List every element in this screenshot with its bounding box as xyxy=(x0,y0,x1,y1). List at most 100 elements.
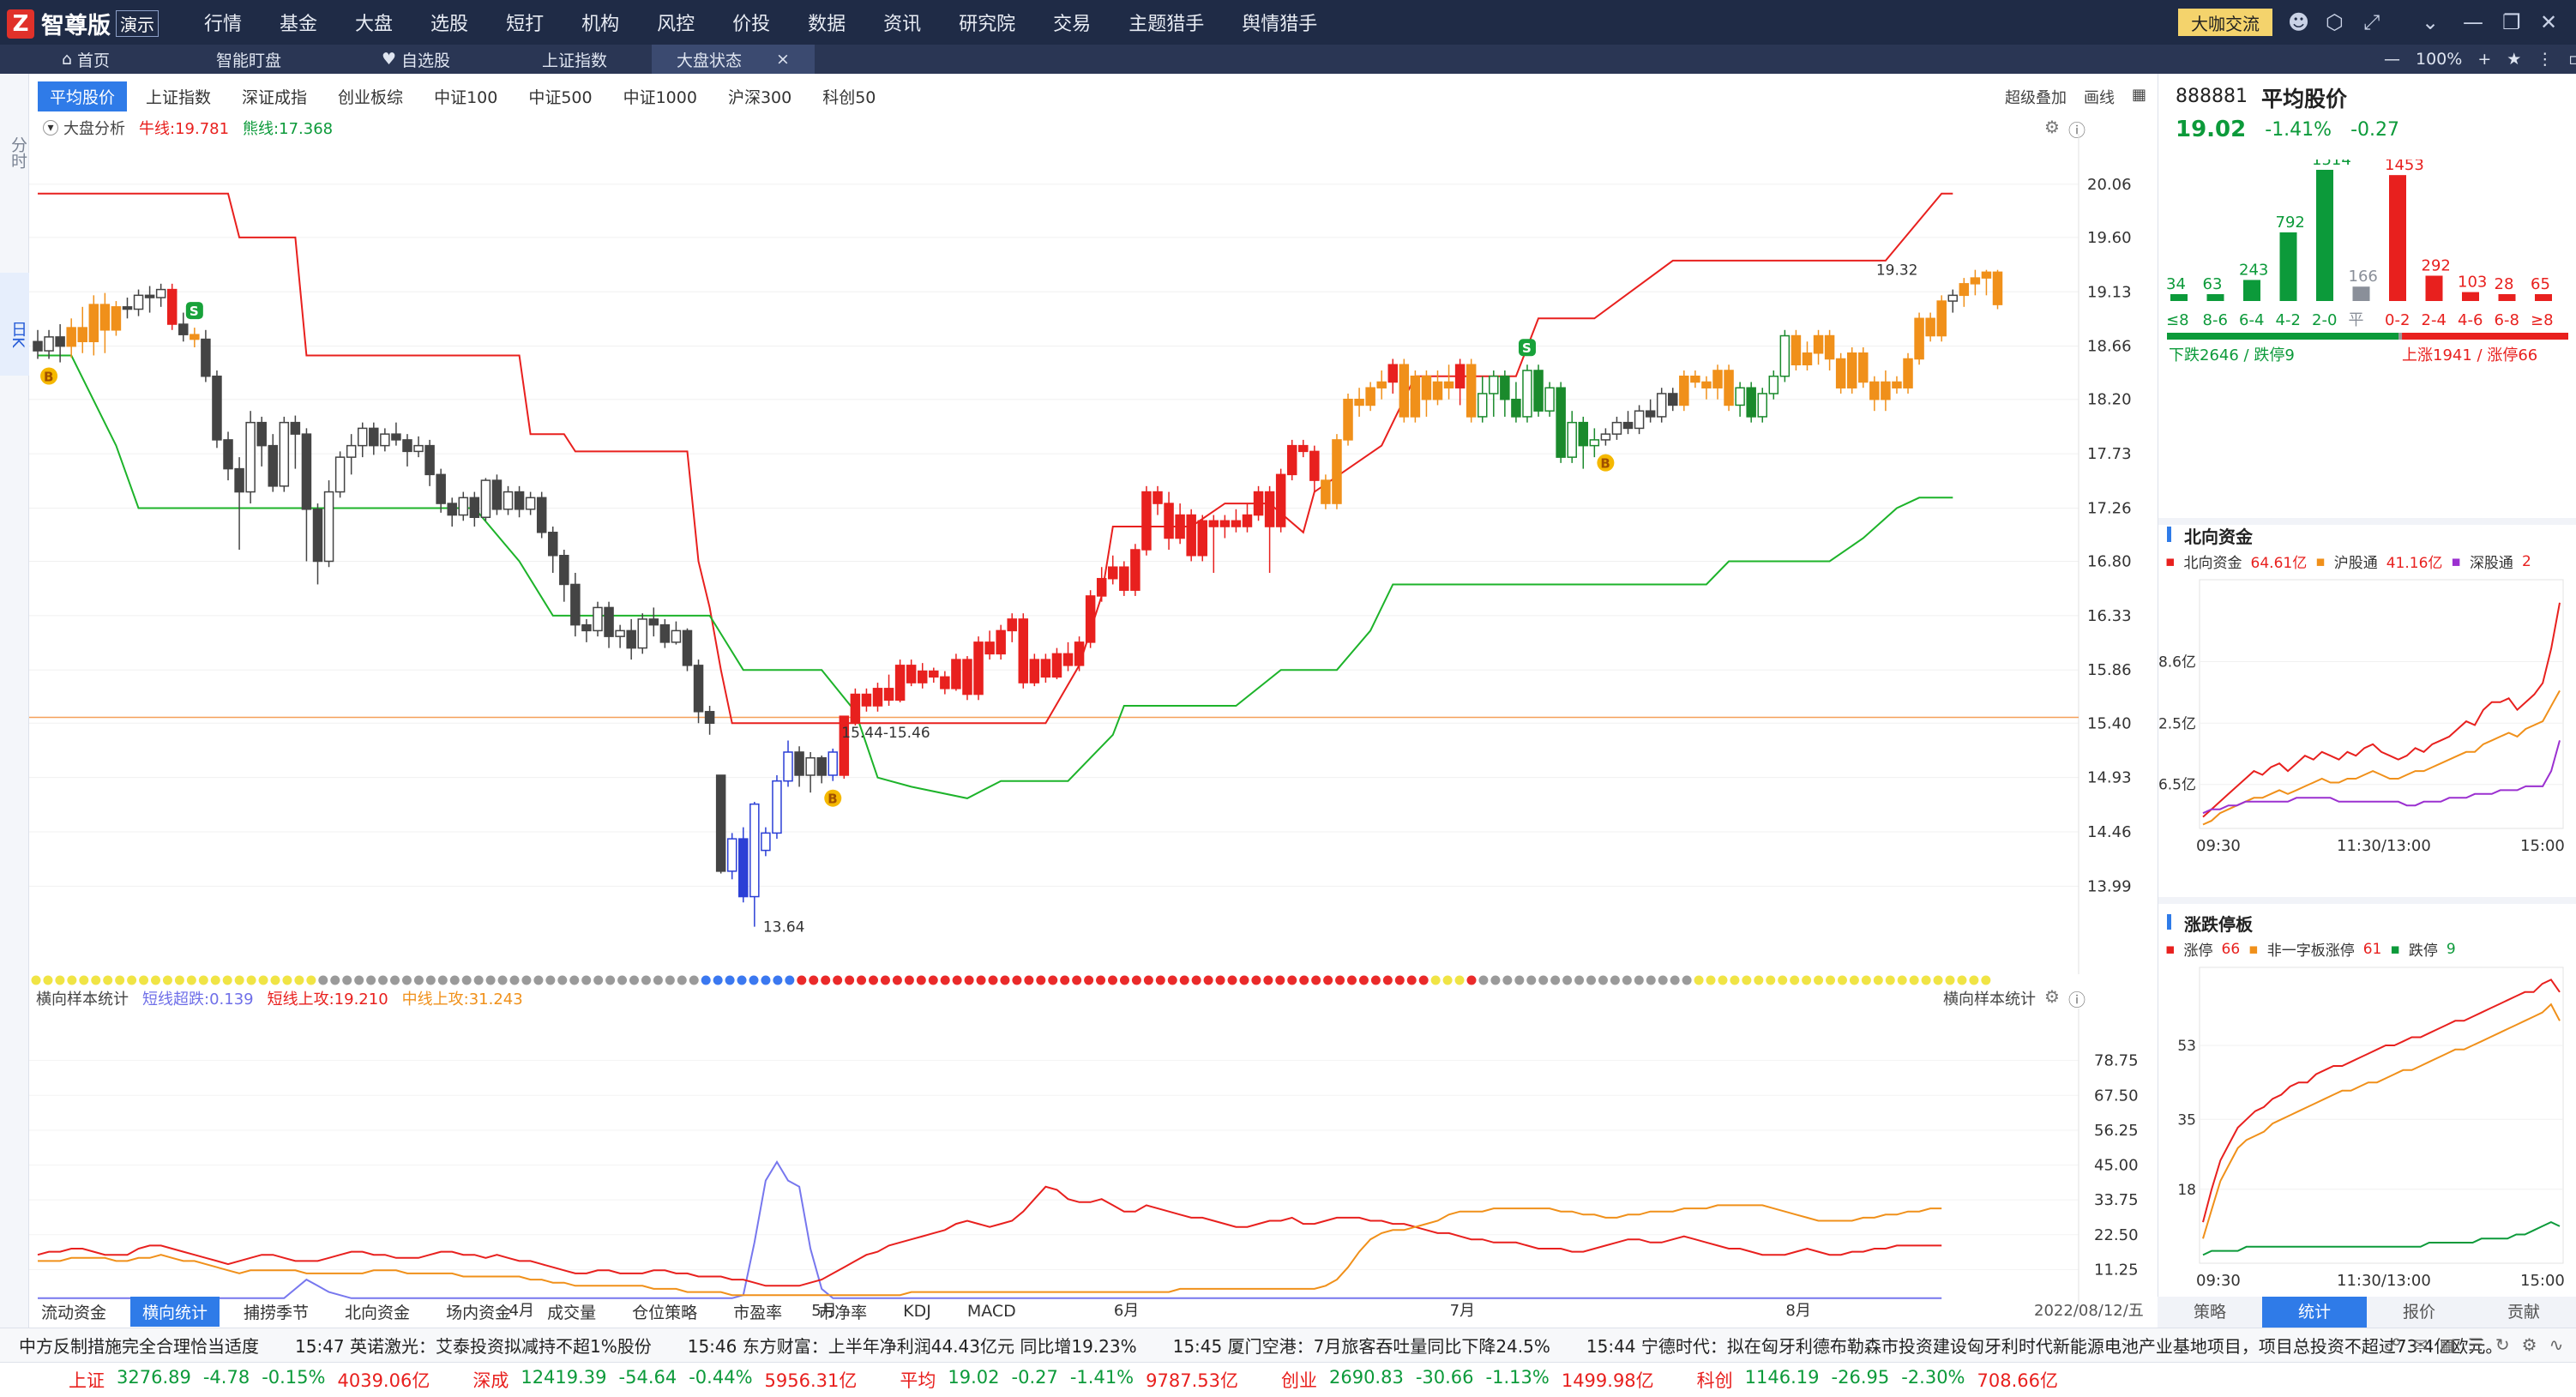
tab-shanghai-index[interactable]: 上证指数 xyxy=(515,45,635,74)
app-logo[interactable]: Z 智尊版 演示 xyxy=(7,7,159,40)
super-overlay-button[interactable]: 超级叠加 xyxy=(2005,86,2067,108)
indicator-tab[interactable]: 市盈率 xyxy=(721,1297,794,1327)
grid-layout-icon[interactable]: ▦ xyxy=(2132,86,2146,108)
candle xyxy=(1611,421,1622,435)
menu-item[interactable]: 舆情猎手 xyxy=(1242,9,1317,36)
news-item[interactable]: 15:46 东方财富：上半年净利润44.43亿元 同比增19.23% xyxy=(688,1333,1137,1358)
news-item[interactable]: 15:47 英诺激光：艾泰投资拟减持不超1%股份 xyxy=(295,1333,652,1358)
menu-item[interactable]: 选股 xyxy=(430,9,468,36)
candle xyxy=(514,491,525,510)
menu-item[interactable]: 交易 xyxy=(1053,9,1091,36)
index-tab[interactable]: 中证100 xyxy=(422,81,509,111)
indicator-tab[interactable]: KDJ xyxy=(891,1298,943,1324)
index-tab[interactable]: 深证成指 xyxy=(230,81,319,111)
minus-icon[interactable]: — xyxy=(2384,50,2400,69)
status-dot xyxy=(1957,975,1967,985)
refresh-icon[interactable]: ↻ xyxy=(2495,1334,2510,1355)
chevron-down-icon[interactable]: ⌄ xyxy=(2422,10,2439,34)
status-dot xyxy=(1000,975,1010,985)
indicator-tab[interactable]: 仓位策略 xyxy=(620,1297,709,1327)
news-item[interactable]: 15:45 厦门空港：7月旅客吞吐量同比下降24.5% xyxy=(1173,1333,1550,1358)
close-icon[interactable]: ✕ xyxy=(2540,10,2557,34)
index-quote[interactable]: 平均 19.02 -0.27 -1.41% 9787.53亿 xyxy=(900,1367,1238,1393)
index-quote[interactable]: 深成 12419.39 -54.64 -0.44% 5956.31亿 xyxy=(472,1367,857,1393)
index-tab[interactable]: 平均股价 xyxy=(38,81,128,111)
plus-icon[interactable]: + xyxy=(2477,50,2491,69)
status-dot xyxy=(1203,975,1213,985)
menu-item[interactable]: 价投 xyxy=(732,9,770,36)
restore-icon[interactable]: ❐ xyxy=(2502,10,2521,34)
index-tab[interactable]: 沪深300 xyxy=(716,81,803,111)
right-panel-tab[interactable]: 策略 xyxy=(2158,1297,2262,1328)
index-tab[interactable]: 中证1000 xyxy=(611,81,709,111)
status-dot xyxy=(952,975,962,985)
shrink-icon[interactable]: ⤢ xyxy=(2363,10,2380,34)
right-panel-tab[interactable]: 报价 xyxy=(2367,1297,2471,1328)
index-tab[interactable]: 科创50 xyxy=(810,81,888,111)
tab-close-icon[interactable]: × xyxy=(776,50,790,69)
tab-smart-watch[interactable]: 智能盯盘 xyxy=(189,45,309,74)
menu-item[interactable]: 研究院 xyxy=(959,9,1015,36)
status-dot xyxy=(1155,975,1165,985)
menu-item[interactable]: 基金 xyxy=(280,9,317,36)
collapse-icon[interactable]: ▫ xyxy=(2568,50,2576,69)
daily-k-tab[interactable]: 日K xyxy=(0,273,29,376)
pulse-icon[interactable]: ∿ xyxy=(2549,1334,2564,1355)
index-tab[interactable]: 上证指数 xyxy=(134,81,223,111)
more-icon[interactable]: ⋮ xyxy=(2537,50,2553,69)
menu-item[interactable]: 风控 xyxy=(657,9,695,36)
list-icon[interactable]: ☰ xyxy=(2468,1334,2483,1355)
draw-line-button[interactable]: 画线 xyxy=(2084,86,2115,108)
lock-icon[interactable]: ☍ xyxy=(2384,1334,2401,1355)
tab-market-status[interactable]: 大盘状态 × xyxy=(652,45,815,74)
candle xyxy=(548,532,558,557)
index-quote[interactable]: 创业 2690.83 -30.66 -1.13% 1499.98亿 xyxy=(1281,1367,1654,1393)
indicator-tab[interactable]: 横向统计 xyxy=(130,1296,220,1327)
tab-watchlist[interactable]: ♥ 自选股 xyxy=(360,45,472,74)
settings-icon[interactable]: ⚙ xyxy=(2044,986,2060,1007)
mail-icon[interactable]: ✉ xyxy=(2413,1334,2428,1355)
menu-item[interactable]: 行情 xyxy=(204,9,242,36)
menu-item[interactable]: 主题猎手 xyxy=(1129,9,1204,36)
index-tab[interactable]: 创业板综 xyxy=(326,81,415,111)
logo-mark-icon: Z xyxy=(7,9,34,39)
series-line xyxy=(38,1159,1942,1299)
menu-item[interactable]: 数据 xyxy=(808,9,846,36)
right-panel-tab[interactable]: 贡献 xyxy=(2471,1297,2576,1328)
minute-chart-tab[interactable]: 分时 xyxy=(0,125,29,177)
indicator-tab[interactable]: 场内资金 xyxy=(434,1297,523,1327)
index-quote[interactable]: 上证 3276.89 -4.78 -0.15% 4039.06亿 xyxy=(69,1367,430,1393)
minimize-icon[interactable]: — xyxy=(2463,10,2483,34)
status-dot xyxy=(545,975,556,985)
menu-item[interactable]: 机构 xyxy=(581,9,619,36)
settings-icon[interactable]: ⚙ xyxy=(2522,1334,2537,1355)
indicator-tab[interactable]: 市净率 xyxy=(806,1297,879,1327)
menu-item[interactable]: 资讯 xyxy=(883,9,921,36)
status-dot xyxy=(1370,975,1381,985)
status-dot xyxy=(1718,975,1728,985)
status-dot xyxy=(629,975,639,985)
indicator-tab[interactable]: MACD xyxy=(955,1298,1028,1324)
user-icon[interactable]: ☻ xyxy=(2288,10,2309,34)
tab-home[interactable]: ⌂ 首页 xyxy=(34,45,137,74)
grid-icon[interactable]: ▦ xyxy=(2440,1334,2456,1355)
news-item[interactable]: 15:44 宁德时代：拟在匈牙利德布勒森市投资建设匈牙利时代新能源电池产业基地项… xyxy=(1586,1333,2503,1358)
right-panel-tab[interactable]: 统计 xyxy=(2262,1297,2367,1328)
candle xyxy=(1533,370,1544,412)
indicator-tab[interactable]: 流动资金 xyxy=(29,1297,118,1327)
menu-item[interactable]: 大盘 xyxy=(355,9,393,36)
candle xyxy=(861,693,872,707)
star-icon[interactable]: ★ xyxy=(2507,50,2521,69)
menu-item[interactable]: 短打 xyxy=(506,9,544,36)
index-tab[interactable]: 中证500 xyxy=(516,81,604,111)
hexagon-icon[interactable]: ⬡ xyxy=(2326,10,2344,34)
candle xyxy=(413,444,424,453)
news-item[interactable]: 中方反制措施完全合理恰当适度 xyxy=(19,1333,259,1358)
indicator-tab[interactable]: 北向资金 xyxy=(333,1297,422,1327)
candle xyxy=(1846,352,1857,388)
exchange-button[interactable]: 大咖交流 xyxy=(2178,9,2272,36)
help-icon[interactable]: ⓘ xyxy=(2068,986,2085,1011)
indicator-tab[interactable]: 成交量 xyxy=(535,1297,608,1327)
indicator-tab[interactable]: 捕捞季节 xyxy=(232,1297,321,1327)
index-quote[interactable]: 科创 1146.19 -26.95 -2.30% 708.66亿 xyxy=(1697,1367,2058,1393)
